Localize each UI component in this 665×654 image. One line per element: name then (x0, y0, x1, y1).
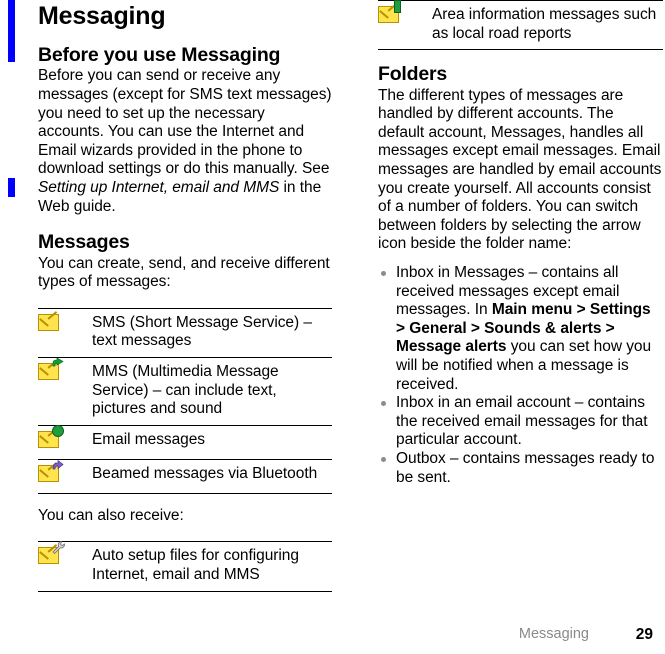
message-type-label: MMS (Multimedia Message Service) – can i… (92, 357, 332, 426)
green-info-icon (394, 0, 401, 13)
table-row: Area information messages such as local … (378, 0, 663, 51)
receivable-types-table: Auto setup files for configuring Interne… (38, 541, 332, 592)
right-column: Area information messages such as local … (378, 0, 663, 487)
envelope-icon (38, 310, 59, 331)
receivable-type-label: Auto setup files for configuring Interne… (92, 541, 332, 592)
left-column: Messaging Before you use Messaging Befor… (38, 0, 332, 592)
list-item: Inbox in an email account – contains the… (378, 394, 663, 450)
footer-chapter-label: Messaging (518, 626, 589, 642)
table-row: Auto setup files for configuring Interne… (38, 541, 332, 592)
green-globe-icon (52, 424, 64, 437)
table-row: SMS (Short Message Service) – text messa… (38, 307, 332, 359)
envelope-info-icon-cell (378, 0, 432, 51)
list-item-text-part1: Outbox – contains messages ready to be s… (396, 449, 655, 486)
spacer-above-receive-table (38, 525, 332, 541)
section-heading-folders: Folders (378, 63, 448, 86)
envelope-globe-icon-cell (38, 424, 92, 460)
table-row: Beamed messages via Bluetooth (38, 459, 332, 494)
folders-bullet-list: Inbox in Messages – contains all receive… (378, 264, 663, 487)
receivable-types-table-continued: Area information messages such as local … (378, 0, 663, 51)
section-heading-messages: Messages (38, 231, 130, 254)
envelope-info-icon (378, 0, 401, 23)
receivable-type-label: Area information messages such as local … (432, 0, 663, 51)
table-row: MMS (Multimedia Message Service) – can i… (38, 357, 332, 426)
green-arrow-icon (52, 357, 64, 369)
footer-page-number: 29 (635, 626, 653, 643)
envelope-globe-icon (38, 424, 64, 448)
table-row: Email messages (38, 424, 332, 460)
wrench-icon (52, 541, 65, 555)
change-bar-marker-top (8, 0, 15, 62)
envelope-tool-icon (38, 541, 65, 565)
list-item-text-part1: Inbox in an email account – contains the… (396, 394, 648, 449)
envelope-green-arrow-icon (38, 357, 64, 380)
spacer-below-types-table (38, 494, 332, 507)
section-heading-before-you-use: Before you use Messaging (38, 44, 281, 66)
change-bar-marker-lower (8, 178, 15, 197)
envelope-purple-arrow-icon (38, 459, 64, 482)
spacer-above-types-table (38, 292, 332, 308)
list-item: Inbox in Messages – contains all receive… (378, 264, 663, 394)
paragraph-text-part1: Before you can send or receive any messa… (38, 67, 332, 178)
paragraph-messages-intro: You can create, send, and receive differ… (38, 254, 330, 291)
paragraph-also-receive: You can also receive: (38, 506, 184, 524)
purple-arrow-icon (52, 459, 64, 471)
envelope-green-arrow-icon-cell (38, 357, 92, 426)
message-types-table: SMS (Short Message Service) – text messa… (38, 307, 332, 494)
message-type-label: SMS (Short Message Service) – text messa… (92, 307, 332, 359)
page-footer: Messaging 29 (0, 626, 665, 646)
folders-bullet-list-wrap: Inbox in Messages – contains all receive… (378, 254, 663, 487)
list-item: Outbox – contains messages ready to be s… (378, 450, 663, 487)
message-type-label: Email messages (92, 425, 332, 460)
paragraph-text-italic: Setting up Internet, email and MMS (38, 179, 280, 196)
paragraph-before-you-use: Before you can send or receive any messa… (38, 67, 332, 216)
envelope-tool-icon-cell (38, 541, 92, 592)
envelope-icon-cell (38, 307, 92, 359)
page-title: Messaging (38, 2, 166, 30)
message-type-label: Beamed messages via Bluetooth (92, 459, 332, 494)
paragraph-folders: The different types of messages are hand… (378, 86, 662, 253)
envelope-purple-arrow-icon-cell (38, 459, 92, 494)
